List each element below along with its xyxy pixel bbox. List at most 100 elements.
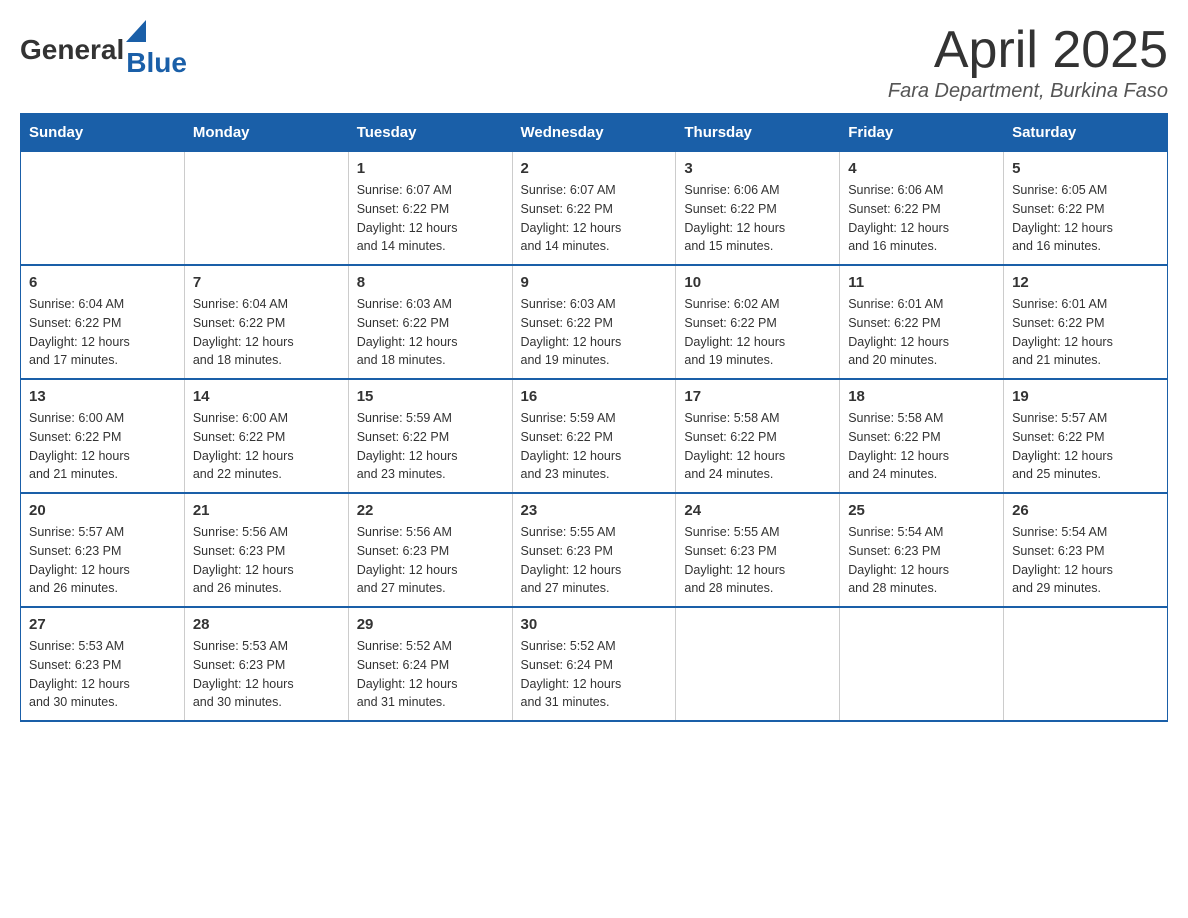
day-number: 11 — [848, 274, 995, 291]
day-info: Sunrise: 5:53 AM Sunset: 6:23 PM Dayligh… — [193, 637, 340, 712]
day-number: 9 — [521, 274, 668, 291]
day-info: Sunrise: 5:58 AM Sunset: 6:22 PM Dayligh… — [684, 409, 831, 484]
header-day-thursday: Thursday — [676, 114, 840, 152]
day-info: Sunrise: 6:03 AM Sunset: 6:22 PM Dayligh… — [357, 295, 504, 370]
day-info: Sunrise: 6:00 AM Sunset: 6:22 PM Dayligh… — [193, 409, 340, 484]
day-info: Sunrise: 5:57 AM Sunset: 6:23 PM Dayligh… — [29, 523, 176, 598]
day-info: Sunrise: 6:06 AM Sunset: 6:22 PM Dayligh… — [848, 181, 995, 256]
calendar-cell: 27 Sunrise: 5:53 AM Sunset: 6:23 PM Dayli… — [21, 607, 185, 721]
calendar-cell — [21, 152, 185, 266]
day-number: 7 — [193, 274, 340, 291]
calendar-cell: 14Sunrise: 6:00 AM Sunset: 6:22 PM Dayli… — [184, 379, 348, 493]
day-number: 4 — [848, 160, 995, 177]
calendar-cell: 8 Sunrise: 6:03 AM Sunset: 6:22 PM Daylig… — [348, 265, 512, 379]
day-info: Sunrise: 5:55 AM Sunset: 6:23 PM Dayligh… — [521, 523, 668, 598]
calendar-cell: 11 Sunrise: 6:01 AM Sunset: 6:22 PM Dayli… — [840, 265, 1004, 379]
logo-blue-text: Blue — [126, 47, 187, 79]
day-number: 2 — [521, 160, 668, 177]
day-info: Sunrise: 6:05 AM Sunset: 6:22 PM Dayligh… — [1012, 181, 1159, 256]
calendar-cell: 25 Sunrise: 5:54 AM Sunset: 6:23 PM Dayli… — [840, 493, 1004, 607]
day-number: 25 — [848, 502, 995, 519]
day-number: 12 — [1012, 274, 1159, 291]
title-area: April 2025 Fara Department, Burkina Faso — [888, 20, 1168, 103]
calendar-cell: 6 Sunrise: 6:04 AM Sunset: 6:22 PM Daylig… — [21, 265, 185, 379]
day-number: 24 — [684, 502, 831, 519]
day-info: Sunrise: 6:01 AM Sunset: 6:22 PM Dayligh… — [848, 295, 995, 370]
header-day-friday: Friday — [840, 114, 1004, 152]
header-day-sunday: Sunday — [21, 114, 185, 152]
day-info: Sunrise: 5:57 AM Sunset: 6:22 PM Dayligh… — [1012, 409, 1159, 484]
calendar-week-row: 6 Sunrise: 6:04 AM Sunset: 6:22 PM Daylig… — [21, 265, 1168, 379]
calendar-cell — [840, 607, 1004, 721]
day-number: 23 — [521, 502, 668, 519]
calendar-cell: 13Sunrise: 6:00 AM Sunset: 6:22 PM Dayli… — [21, 379, 185, 493]
day-number: 27 — [29, 616, 176, 633]
day-info: Sunrise: 6:07 AM Sunset: 6:22 PM Dayligh… — [521, 181, 668, 256]
calendar-cell — [676, 607, 840, 721]
header-day-wednesday: Wednesday — [512, 114, 676, 152]
day-number: 16 — [521, 388, 668, 405]
calendar-week-row: 20 Sunrise: 5:57 AM Sunset: 6:23 PM Dayli… — [21, 493, 1168, 607]
header: General Blue April 2025 Fara Department,… — [20, 20, 1168, 103]
calendar-cell — [184, 152, 348, 266]
calendar-table: SundayMondayTuesdayWednesdayThursdayFrid… — [20, 113, 1168, 722]
day-info: Sunrise: 6:03 AM Sunset: 6:22 PM Dayligh… — [521, 295, 668, 370]
calendar-cell: 17 Sunrise: 5:58 AM Sunset: 6:22 PM Dayli… — [676, 379, 840, 493]
calendar-cell: 9 Sunrise: 6:03 AM Sunset: 6:22 PM Daylig… — [512, 265, 676, 379]
day-info: Sunrise: 6:04 AM Sunset: 6:22 PM Dayligh… — [29, 295, 176, 370]
calendar-cell: 5Sunrise: 6:05 AM Sunset: 6:22 PM Daylig… — [1004, 152, 1168, 266]
day-number: 28 — [193, 616, 340, 633]
header-day-monday: Monday — [184, 114, 348, 152]
calendar-cell: 20 Sunrise: 5:57 AM Sunset: 6:23 PM Dayli… — [21, 493, 185, 607]
day-number: 26 — [1012, 502, 1159, 519]
calendar-cell: 30 Sunrise: 5:52 AM Sunset: 6:24 PM Dayli… — [512, 607, 676, 721]
logo-triangle-icon — [126, 20, 146, 42]
day-info: Sunrise: 6:01 AM Sunset: 6:22 PM Dayligh… — [1012, 295, 1159, 370]
day-number: 29 — [357, 616, 504, 633]
calendar-cell — [1004, 607, 1168, 721]
day-number: 22 — [357, 502, 504, 519]
day-number: 18 — [848, 388, 995, 405]
calendar-cell: 18 Sunrise: 5:58 AM Sunset: 6:22 PM Dayli… — [840, 379, 1004, 493]
day-info: Sunrise: 5:53 AM Sunset: 6:23 PM Dayligh… — [29, 637, 176, 712]
day-info: Sunrise: 5:56 AM Sunset: 6:23 PM Dayligh… — [193, 523, 340, 598]
day-info: Sunrise: 5:59 AM Sunset: 6:22 PM Dayligh… — [357, 409, 504, 484]
calendar-cell: 26 Sunrise: 5:54 AM Sunset: 6:23 PM Dayli… — [1004, 493, 1168, 607]
day-number: 15 — [357, 388, 504, 405]
calendar-week-row: 13 Sunrise: 6:00 AM Sunset: 6:22 PM Dayli… — [21, 379, 1168, 493]
day-info: Sunrise: 5:54 AM Sunset: 6:23 PM Dayligh… — [848, 523, 995, 598]
calendar-cell: 15 Sunrise: 5:59 AM Sunset: 6:22 PM Dayli… — [348, 379, 512, 493]
calendar-cell: 4 Sunrise: 6:06 AM Sunset: 6:22 PM Daylig… — [840, 152, 1004, 266]
day-number: 30 — [521, 616, 668, 633]
calendar-cell: 23 Sunrise: 5:55 AM Sunset: 6:23 PM Dayli… — [512, 493, 676, 607]
day-info: Sunrise: 5:56 AM Sunset: 6:23 PM Dayligh… — [357, 523, 504, 598]
day-info: Sunrise: 6:04 AM Sunset: 6:22 PM Dayligh… — [193, 295, 340, 370]
day-info: Sunrise: 5:55 AM Sunset: 6:23 PM Dayligh… — [684, 523, 831, 598]
calendar-cell: 22 Sunrise: 5:56 AM Sunset: 6:23 PM Dayli… — [348, 493, 512, 607]
day-info: Sunrise: 6:07 AM Sunset: 6:22 PM Dayligh… — [357, 181, 504, 256]
day-number: 13 — [29, 388, 176, 405]
day-info: Sunrise: 5:54 AM Sunset: 6:23 PM Dayligh… — [1012, 523, 1159, 598]
day-info: Sunrise: 5:52 AM Sunset: 6:24 PM Dayligh… — [521, 637, 668, 712]
calendar-week-row: 27 Sunrise: 5:53 AM Sunset: 6:23 PM Dayli… — [21, 607, 1168, 721]
day-number: 20 — [29, 502, 176, 519]
calendar-cell: 24 Sunrise: 5:55 AM Sunset: 6:23 PM Dayli… — [676, 493, 840, 607]
calendar-cell: 7 Sunrise: 6:04 AM Sunset: 6:22 PM Daylig… — [184, 265, 348, 379]
day-info: Sunrise: 5:52 AM Sunset: 6:24 PM Dayligh… — [357, 637, 504, 712]
day-info: Sunrise: 6:02 AM Sunset: 6:22 PM Dayligh… — [684, 295, 831, 370]
day-number: 17 — [684, 388, 831, 405]
calendar-cell: 21 Sunrise: 5:56 AM Sunset: 6:23 PM Dayli… — [184, 493, 348, 607]
main-title: April 2025 — [888, 20, 1168, 80]
calendar-cell: 10Sunrise: 6:02 AM Sunset: 6:22 PM Dayli… — [676, 265, 840, 379]
day-number: 19 — [1012, 388, 1159, 405]
day-number: 6 — [29, 274, 176, 291]
day-number: 21 — [193, 502, 340, 519]
calendar-cell: 16Sunrise: 5:59 AM Sunset: 6:22 PM Dayli… — [512, 379, 676, 493]
day-info: Sunrise: 6:06 AM Sunset: 6:22 PM Dayligh… — [684, 181, 831, 256]
day-number: 1 — [357, 160, 504, 177]
day-number: 8 — [357, 274, 504, 291]
calendar-cell: 29 Sunrise: 5:52 AM Sunset: 6:24 PM Dayli… — [348, 607, 512, 721]
calendar-cell: 1 Sunrise: 6:07 AM Sunset: 6:22 PM Daylig… — [348, 152, 512, 266]
day-info: Sunrise: 5:58 AM Sunset: 6:22 PM Dayligh… — [848, 409, 995, 484]
calendar-cell: 3Sunrise: 6:06 AM Sunset: 6:22 PM Daylig… — [676, 152, 840, 266]
